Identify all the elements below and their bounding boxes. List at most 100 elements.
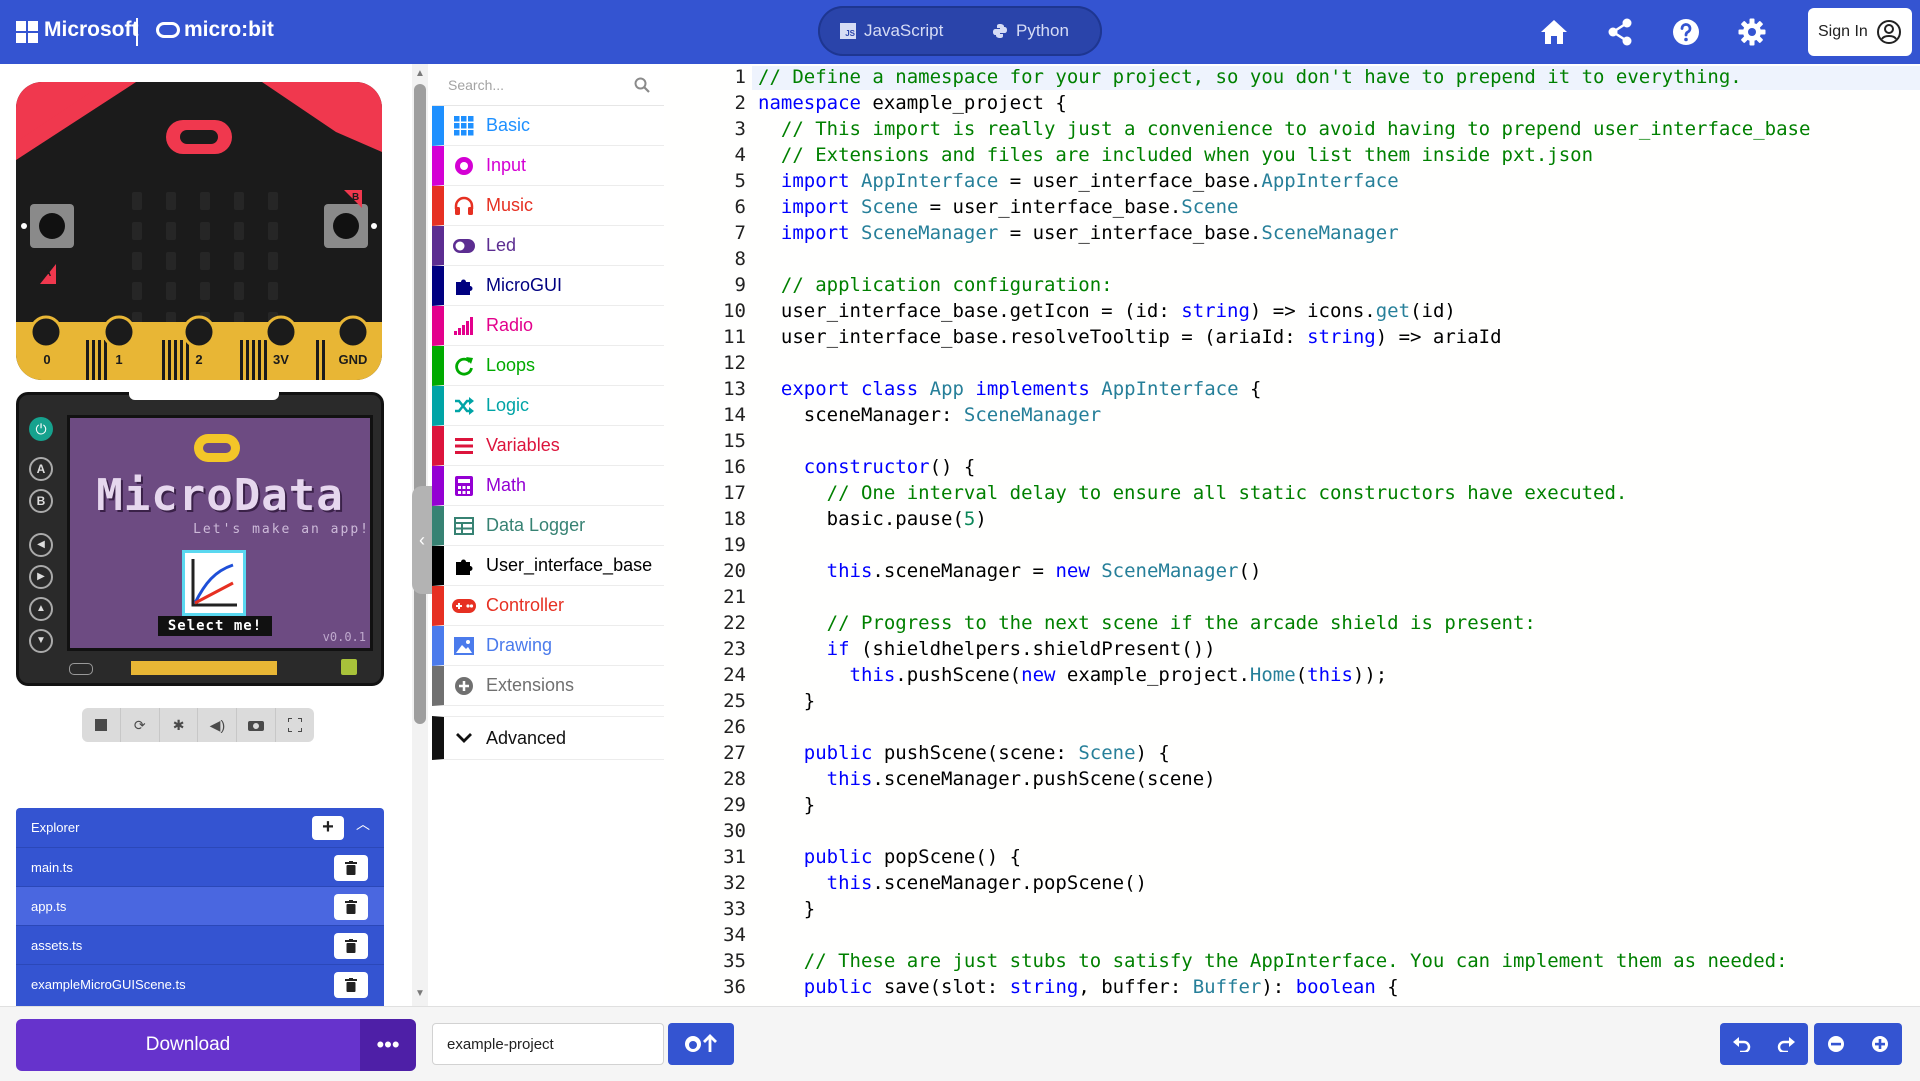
category-variables[interactable]: Variables (432, 426, 664, 466)
screenshot-button[interactable] (237, 708, 277, 742)
category-controller[interactable]: Controller (432, 586, 664, 626)
category-basic[interactable]: Basic (432, 106, 664, 146)
code-line[interactable]: if (shieldhelpers.shieldPresent()) (758, 636, 1216, 662)
code-line[interactable]: // Define a namespace for your project, … (758, 64, 1742, 90)
code-line[interactable]: public save(slot: string, buffer: Buffer… (758, 974, 1399, 1000)
category-music[interactable]: Music (432, 186, 664, 226)
javascript-tab[interactable]: JS JavaScript (840, 16, 943, 46)
code-line[interactable]: // One interval delay to ensure all stat… (758, 480, 1628, 506)
scroll-down-icon[interactable]: ▼ (415, 988, 425, 999)
delete-file-button[interactable] (334, 855, 368, 881)
arcade-button-a[interactable]: A (29, 457, 53, 481)
code-line[interactable]: this.sceneManager = new SceneManager() (758, 558, 1262, 584)
code-line[interactable]: // application configuration: (758, 272, 1113, 298)
arcade-button-b[interactable]: B (29, 489, 53, 513)
restart-simulator-button[interactable]: ⟳ (121, 708, 160, 742)
toolbox-search[interactable]: Search... (432, 64, 664, 106)
delete-file-button[interactable] (334, 894, 368, 920)
arcade-screen[interactable]: MicroData Let's make an app! Select me! … (67, 415, 373, 651)
more-options-button[interactable]: ••• (360, 1019, 416, 1071)
category-logic[interactable]: Logic (432, 386, 664, 426)
delete-file-button[interactable] (334, 933, 368, 959)
category-input[interactable]: Input (432, 146, 664, 186)
code-line[interactable]: } (758, 688, 815, 714)
undo-button[interactable] (1720, 1023, 1764, 1065)
file-item-app-ts[interactable]: app.ts (16, 886, 384, 925)
code-line[interactable]: import Scene = user_interface_base.Scene (758, 194, 1239, 220)
mute-simulator-button[interactable]: ◀) (198, 708, 238, 742)
github-push-button[interactable] (668, 1023, 734, 1065)
home-icon[interactable] (1538, 16, 1570, 48)
category-advanced[interactable]: Advanced (432, 716, 664, 760)
dpad-right-icon[interactable]: ▶ (29, 565, 53, 589)
zoom-out-button[interactable] (1814, 1023, 1858, 1065)
debug-simulator-button[interactable]: ✱ (160, 708, 199, 742)
settings-gear-icon[interactable] (1736, 16, 1768, 48)
code-line[interactable]: // Extensions and files are included whe… (758, 142, 1593, 168)
brand-microsoft[interactable]: Microsoft (44, 18, 139, 42)
stop-simulator-button[interactable] (82, 708, 121, 742)
code-line[interactable]: sceneManager: SceneManager (758, 402, 1101, 428)
dpad-up-icon[interactable]: ▲ (29, 597, 53, 621)
scrollbar-thumb[interactable] (414, 84, 426, 724)
code-line[interactable]: this.sceneManager.popScene() (758, 870, 1147, 896)
power-icon[interactable]: ⏻ (29, 417, 53, 441)
download-button[interactable]: Download (16, 1019, 360, 1071)
category-loops[interactable]: Loops (432, 346, 664, 386)
brand-microbit[interactable]: micro:bit (184, 18, 274, 42)
category-radio[interactable]: Radio (432, 306, 664, 346)
dpad-left-icon[interactable]: ◀ (29, 533, 53, 557)
code-line[interactable]: basic.pause(5) (758, 506, 987, 532)
code-line[interactable]: user_interface_base.getIcon = (id: strin… (758, 298, 1456, 324)
category-led[interactable]: Led (432, 226, 664, 266)
file-item-main-ts[interactable]: main.ts (16, 847, 384, 886)
explorer-header[interactable]: Explorer + ︿ (16, 808, 384, 847)
zoom-in-button[interactable] (1858, 1023, 1902, 1065)
code-line[interactable]: constructor() { (758, 454, 976, 480)
file-item-example-microgui-scene-ts[interactable]: exampleMicroGUIScene.ts (16, 964, 384, 1003)
file-item-assets-ts[interactable]: assets.ts (16, 925, 384, 964)
code-line[interactable]: public pushScene(scene: Scene) { (758, 740, 1170, 766)
search-icon[interactable] (634, 77, 650, 93)
python-tab[interactable]: Python (992, 16, 1069, 46)
project-name-input[interactable] (432, 1023, 664, 1065)
chart-app-icon[interactable] (182, 550, 246, 616)
category-extensions[interactable]: Extensions (432, 666, 664, 706)
arcade-shield[interactable]: ⏻ A B ◀ ▶ ▲ ▼ MicroData Let's make an ap… (16, 392, 384, 686)
fullscreen-button[interactable] (276, 708, 314, 742)
category-user-interface-base[interactable]: User_interface_base (432, 546, 664, 586)
line-number: 33 (723, 898, 746, 920)
code-line[interactable]: namespace example_project { (758, 90, 1067, 116)
code-line[interactable]: this.sceneManager.pushScene(scene) (758, 766, 1216, 792)
code-line[interactable]: user_interface_base.resolveTooltip = (ar… (758, 324, 1502, 350)
code-line[interactable]: public popScene() { (758, 844, 1021, 870)
code-line[interactable]: } (758, 792, 815, 818)
microbit-board[interactable]: 0 1 2 3V GND A B (16, 82, 382, 380)
code-line[interactable]: export class App implements AppInterface… (758, 376, 1262, 402)
help-icon[interactable] (1670, 16, 1702, 48)
line-number: 4 (734, 144, 746, 166)
share-icon[interactable] (1604, 16, 1636, 48)
zoom-in-icon (1872, 1036, 1888, 1052)
code-line[interactable]: } (758, 896, 815, 922)
delete-file-button[interactable] (334, 972, 368, 998)
code-line[interactable]: import SceneManager = user_interface_bas… (758, 220, 1399, 246)
collapse-simulator-button[interactable]: ‹ (412, 486, 432, 594)
chevron-up-icon[interactable]: ︿ (356, 814, 370, 834)
scroll-up-icon[interactable]: ▲ (415, 68, 425, 79)
code-line[interactable]: this.pushScene(new example_project.Home(… (758, 662, 1388, 688)
category-math[interactable]: Math (432, 466, 664, 506)
redo-button[interactable] (1764, 1023, 1808, 1065)
add-file-button[interactable]: + (312, 816, 344, 840)
code-line[interactable]: import AppInterface = user_interface_bas… (758, 168, 1399, 194)
code-editor[interactable]: 1 2 3 4 5 6 7 8 9 10 11 12 13 14 15 16 17 18 19 20 21 22 23 24 2… (664, 64, 1920, 1006)
code-line[interactable]: // Progress to the next scene if the arc… (758, 610, 1536, 636)
category-microgui[interactable]: MicroGUI (432, 266, 664, 306)
sign-in-button[interactable]: Sign In (1808, 8, 1912, 56)
code-line[interactable]: // This import is really just a convenie… (758, 116, 1811, 142)
menu-button[interactable] (69, 663, 93, 675)
category-data-logger[interactable]: Data Logger (432, 506, 664, 546)
category-drawing[interactable]: Drawing (432, 626, 664, 666)
code-line[interactable]: // These are just stubs to satisfy the A… (758, 948, 1788, 974)
dpad-down-icon[interactable]: ▼ (29, 629, 53, 653)
